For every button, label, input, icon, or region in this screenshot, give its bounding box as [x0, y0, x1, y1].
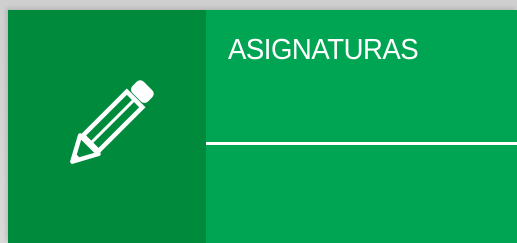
asignaturas-tile[interactable]: ASIGNATURAS — [8, 10, 517, 243]
tile-title: ASIGNATURAS — [228, 34, 419, 66]
tile-content-panel: ASIGNATURAS — [206, 10, 517, 243]
pencil-icon — [52, 72, 162, 182]
tile-icon-panel — [8, 10, 206, 243]
tile-divider — [206, 142, 517, 145]
